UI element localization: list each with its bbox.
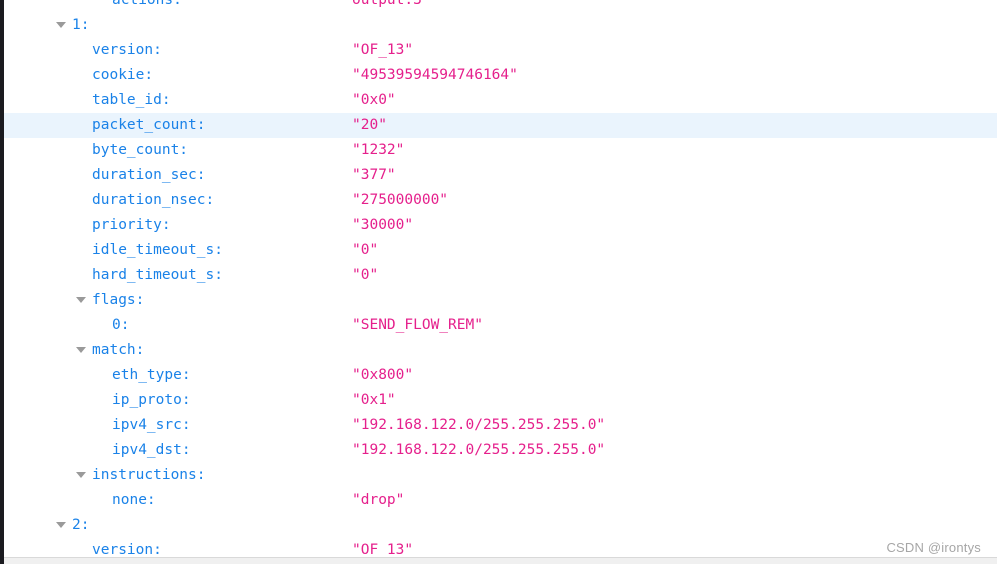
json-key: flags: <box>92 292 145 308</box>
json-key: duration_sec: <box>92 167 206 183</box>
json-tree-row[interactable]: duration_nsec: "275000000" <box>4 188 997 213</box>
json-value: "0x0" <box>352 92 396 108</box>
json-value: "1232" <box>352 142 405 158</box>
json-value: "SEND_FLOW_REM" <box>352 317 483 333</box>
json-tree-row[interactable]: idle_timeout_s: "0" <box>4 238 997 263</box>
json-value: "192.168.122.0/255.255.255.0" <box>352 442 606 458</box>
json-tree-row[interactable]: priority: "30000" <box>4 213 997 238</box>
json-key: 0: <box>112 317 130 333</box>
json-tree-row[interactable]: eth_type: "0x800" <box>4 363 997 388</box>
json-key: byte_count: <box>92 142 189 158</box>
caret-down-icon[interactable] <box>76 288 88 313</box>
json-key: actions: <box>112 0 182 8</box>
json-tree-row[interactable]: none: "drop" <box>4 488 997 513</box>
bottom-bar <box>4 557 997 564</box>
json-tree-row[interactable]: instructions: <box>4 463 997 488</box>
json-value: "20" <box>352 117 387 133</box>
json-tree-row[interactable]: ipv4_dst: "192.168.122.0/255.255.255.0" <box>4 438 997 463</box>
json-key: ipv4_dst: <box>112 442 191 458</box>
json-key: priority: <box>92 217 171 233</box>
json-tree-row[interactable]: hard_timeout_s: "0" <box>4 263 997 288</box>
json-tree-row[interactable]: 0: "SEND_FLOW_REM" <box>4 313 997 338</box>
json-value: "0" <box>352 267 379 283</box>
json-value: "0x800" <box>352 367 414 383</box>
json-value: "30000" <box>352 217 414 233</box>
json-tree-row[interactable]: flags: <box>4 288 997 313</box>
json-tree-row[interactable]: 1: <box>4 13 997 38</box>
json-value: "275000000" <box>352 192 449 208</box>
json-tree-row[interactable]: packet_count: "20" <box>4 113 997 138</box>
caret-down-icon[interactable] <box>56 513 68 538</box>
json-tree-row[interactable]: 2: <box>4 513 997 538</box>
json-key: hard_timeout_s: <box>92 267 223 283</box>
json-key: ipv4_src: <box>112 417 191 433</box>
json-key: match: <box>92 342 145 358</box>
json-tree-row[interactable]: cookie: "49539594594746164" <box>4 63 997 88</box>
json-tree-row[interactable]: version: "OF_13" <box>4 38 997 63</box>
json-key: table_id: <box>92 92 171 108</box>
json-value: "377" <box>352 167 396 183</box>
json-value: "49539594594746164" <box>352 67 518 83</box>
json-tree-row[interactable]: duration_sec: "377" <box>4 163 997 188</box>
json-key: none: <box>112 492 156 508</box>
caret-down-icon[interactable] <box>56 13 68 38</box>
json-value: output:3 <box>352 0 422 8</box>
json-key: 2: <box>72 517 90 533</box>
json-value: "OF_13" <box>352 42 414 58</box>
json-key: version: <box>92 42 162 58</box>
json-tree-row[interactable]: ipv4_src: "192.168.122.0/255.255.255.0" <box>4 413 997 438</box>
json-tree-row-list: actions: output:3 1: version: "OF_13" cookie:… <box>4 0 997 563</box>
json-tree-row[interactable]: match: <box>4 338 997 363</box>
json-key: instructions: <box>92 467 206 483</box>
json-tree-row[interactable]: byte_count: "1232" <box>4 138 997 163</box>
json-tree-viewer: actions: output:3 1: version: "OF_13" cookie:… <box>0 0 997 564</box>
json-key: duration_nsec: <box>92 192 215 208</box>
caret-down-icon[interactable] <box>76 463 88 488</box>
json-key: 1: <box>72 17 90 33</box>
json-key: packet_count: <box>92 117 206 133</box>
json-value: "192.168.122.0/255.255.255.0" <box>352 417 606 433</box>
json-value: "0" <box>352 242 379 258</box>
json-key: cookie: <box>92 67 154 83</box>
watermark-label: CSDN @irontys <box>886 540 981 555</box>
json-key: eth_type: <box>112 367 191 383</box>
json-tree-row[interactable]: ip_proto: "0x1" <box>4 388 997 413</box>
json-tree-row[interactable]: table_id: "0x0" <box>4 88 997 113</box>
json-key: idle_timeout_s: <box>92 242 223 258</box>
json-value: "drop" <box>352 492 405 508</box>
caret-down-icon[interactable] <box>76 338 88 363</box>
json-key: ip_proto: <box>112 392 191 408</box>
json-tree-row[interactable]: actions: output:3 <box>4 0 997 13</box>
json-value: "0x1" <box>352 392 396 408</box>
